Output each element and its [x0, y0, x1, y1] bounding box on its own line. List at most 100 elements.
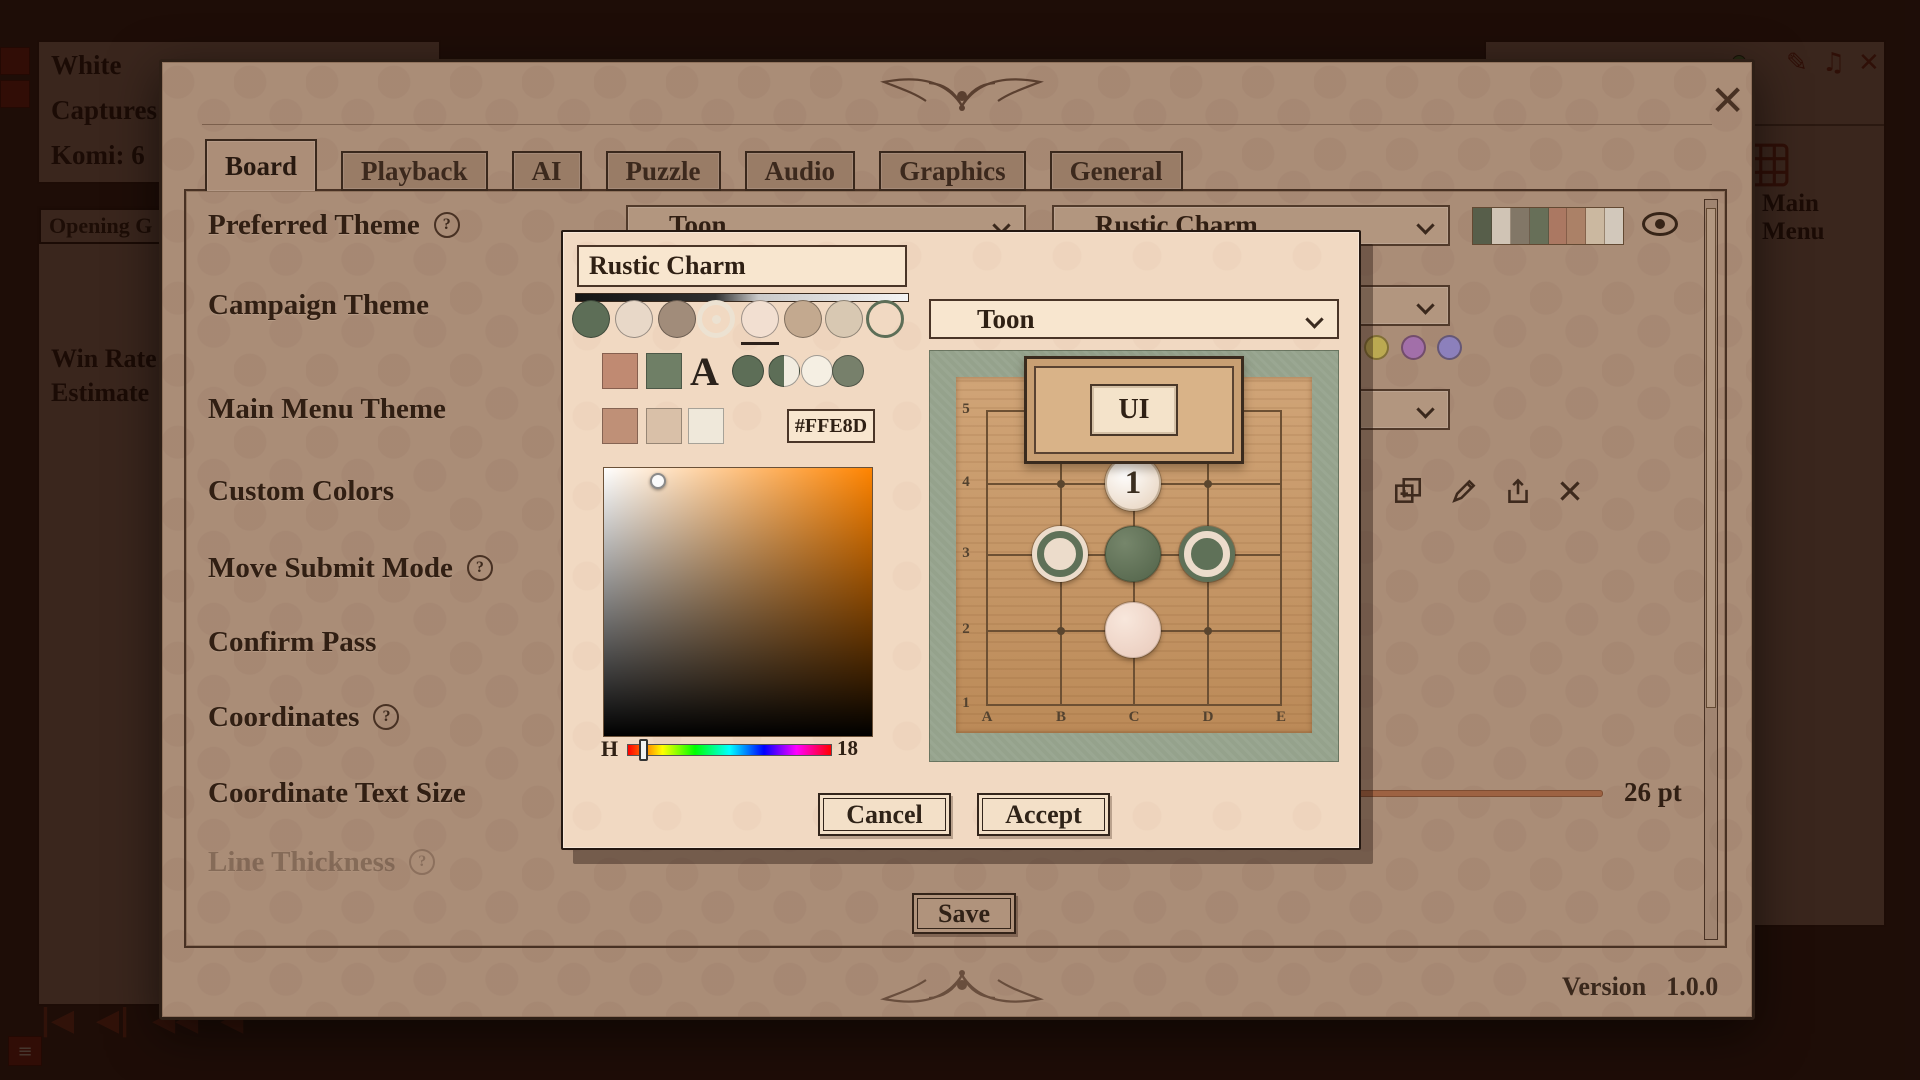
grid-line: [986, 704, 1282, 706]
campaign-color-swatch[interactable]: [1437, 335, 1462, 360]
color-swatch[interactable]: [658, 300, 696, 338]
save-button[interactable]: Save: [912, 893, 1016, 934]
col-coordinate: C: [1126, 709, 1142, 726]
color-swatch[interactable]: [732, 355, 764, 387]
accept-button[interactable]: Accept: [977, 793, 1110, 836]
hue-label: H: [601, 736, 618, 762]
ring-color-swatch[interactable]: [697, 300, 735, 338]
move-submit-mode-label: Move Submit Mode: [208, 552, 453, 585]
col-coordinate: E: [1273, 709, 1289, 726]
campaign-color-swatch[interactable]: [1364, 335, 1389, 360]
main-menu-theme-label: Main Menu Theme: [208, 393, 446, 426]
selected-swatch-underline: [741, 342, 779, 345]
campaign-theme-label: Campaign Theme: [208, 289, 429, 322]
help-icon[interactable]: ?: [434, 212, 460, 238]
hue-value: 18: [837, 736, 858, 761]
coordinate-size-value: 26 pt: [1624, 777, 1682, 808]
version-text: Version 1.0.0: [1562, 972, 1718, 1002]
palette-bar: [1511, 208, 1530, 244]
game-screen: White Captures Komi: 6 Opening G Sw Win …: [0, 0, 1920, 1080]
palette-bar: [1549, 208, 1568, 244]
theme-editor-dialog: A #FFE8D H 18 Toon: [561, 230, 1361, 850]
stone-ring: [1037, 531, 1083, 577]
theme-color-strip: [1472, 207, 1624, 245]
color-swatch[interactable]: [602, 408, 638, 444]
color-swatch[interactable]: [646, 353, 682, 389]
swatch-dot: [712, 315, 721, 324]
coordinates-label: Coordinates: [208, 701, 359, 734]
hex-value-field[interactable]: #FFE8D: [787, 409, 875, 443]
color-swatch[interactable]: [602, 353, 638, 389]
tab-general[interactable]: General: [1050, 151, 1183, 191]
color-swatch[interactable]: [615, 300, 653, 338]
color-swatch[interactable]: [801, 355, 833, 387]
palette-bar: [1473, 208, 1492, 244]
palette-bar: [1492, 208, 1511, 244]
ringed-dark-stone: [1179, 526, 1235, 582]
star-point: [1204, 627, 1212, 635]
campaign-color-swatch[interactable]: [1401, 335, 1426, 360]
grid-line: [1280, 410, 1282, 706]
color-swatch[interactable]: [825, 300, 863, 338]
star-point: [1204, 480, 1212, 488]
delete-icon[interactable]: [1554, 475, 1586, 507]
divider: [202, 124, 1712, 125]
color-swatch-selected[interactable]: [741, 300, 779, 338]
row-coordinate: 2: [958, 621, 974, 638]
tab-ai[interactable]: AI: [512, 151, 582, 191]
export-icon[interactable]: [1502, 475, 1534, 507]
color-swatch[interactable]: [832, 355, 864, 387]
hue-slider[interactable]: [627, 744, 832, 756]
version-label: Version: [1562, 972, 1646, 1002]
color-swatch[interactable]: [572, 300, 610, 338]
eye-pupil: [1655, 219, 1665, 229]
chevron-down-icon: [1416, 296, 1434, 314]
palette-bar: [1567, 208, 1586, 244]
theme-name-input[interactable]: [577, 245, 907, 287]
row-coordinate-text-size: Coordinate Text Size: [208, 773, 466, 813]
star-point: [1057, 480, 1065, 488]
row-campaign-theme: Campaign Theme: [208, 285, 429, 325]
row-coordinate: 1: [958, 695, 974, 712]
outline-color-swatch[interactable]: [866, 300, 904, 338]
col-coordinate: B: [1053, 709, 1069, 726]
col-coordinate: D: [1200, 709, 1216, 726]
col-coordinate: A: [979, 709, 995, 726]
cancel-button[interactable]: Cancel: [818, 793, 951, 836]
preview-theme-dropdown[interactable]: Toon: [929, 299, 1339, 339]
eye-icon[interactable]: [1642, 212, 1678, 236]
color-swatch[interactable]: [646, 408, 682, 444]
star-point: [1057, 627, 1065, 635]
tab-graphics[interactable]: Graphics: [879, 151, 1026, 191]
tab-audio[interactable]: Audio: [745, 151, 856, 191]
settings-scrollbar[interactable]: [1704, 199, 1718, 940]
hue-slider-handle[interactable]: [639, 739, 648, 761]
help-icon[interactable]: ?: [467, 555, 493, 581]
dark-stone: [1105, 526, 1161, 582]
line-thickness-label: Line Thickness: [208, 846, 395, 879]
saturation-value-picker[interactable]: [603, 467, 873, 737]
stone-ring: [1184, 531, 1230, 577]
sv-picker-handle[interactable]: [650, 473, 666, 489]
scrollbar-thumb[interactable]: [1706, 208, 1716, 708]
board-preview: 5 4 3 2 1 A B C D E 1 UI: [929, 350, 1339, 762]
help-icon[interactable]: ?: [373, 704, 399, 730]
row-confirm-pass: Confirm Pass: [208, 622, 376, 662]
close-icon[interactable]: ✕: [1710, 76, 1745, 125]
ui-preview-frame: UI: [1034, 366, 1234, 454]
edit-icon[interactable]: [1447, 475, 1479, 507]
tab-board[interactable]: Board: [205, 139, 317, 191]
color-swatch[interactable]: [688, 408, 724, 444]
decorative-flourish: [832, 967, 1092, 1013]
confirm-pass-label: Confirm Pass: [208, 626, 376, 659]
row-coordinate: 5: [958, 401, 974, 418]
tab-puzzle[interactable]: Puzzle: [606, 151, 721, 191]
split-color-swatch[interactable]: [768, 355, 800, 387]
tab-playback[interactable]: Playback: [341, 151, 488, 191]
help-icon[interactable]: ?: [409, 849, 435, 875]
letter-swatch[interactable]: A: [690, 348, 719, 395]
palette-bar: [1605, 208, 1623, 244]
row-coordinates: Coordinates ?: [208, 697, 399, 737]
duplicate-icon[interactable]: [1392, 475, 1424, 507]
color-swatch[interactable]: [784, 300, 822, 338]
